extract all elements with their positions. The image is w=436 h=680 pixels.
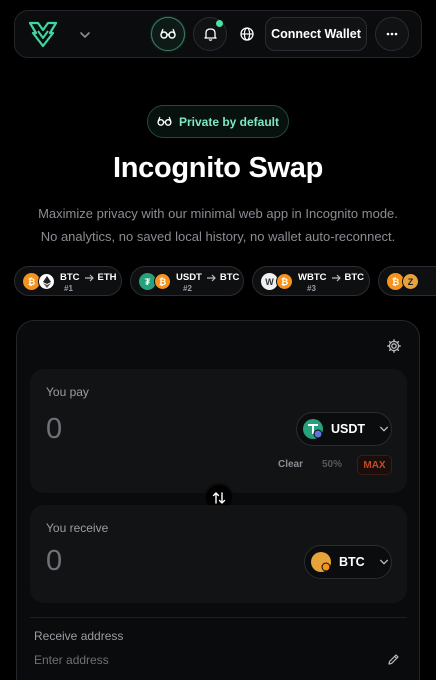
language-button[interactable] [230,17,264,51]
more-icon [386,32,398,36]
pay-panel: You pay 0 USDT Clear 50% MAX [30,369,407,493]
globe-icon [240,27,254,41]
chevron-down-icon[interactable] [79,29,91,41]
receive-panel: You receive 0 BTC [30,505,407,603]
page-title: Incognito Swap [112,152,324,184]
trending-pairs: ₿ BTC ETH #1 ₮ ₿ USDT BTC #2 W ₿ WBTC BT… [14,266,436,296]
arrow-right-icon [331,274,341,281]
pair-to: ETH [97,272,117,283]
receive-address-input[interactable] [34,651,364,669]
pay-token-symbol: USDT [331,422,366,436]
pay-token-selector[interactable]: USDT [296,412,392,446]
logo-icon[interactable] [29,21,57,47]
pair-chip-usdt-btc[interactable]: ₮ ₿ USDT BTC #2 [130,266,244,296]
page-subtitle: Maximize privacy with our minimal web ap… [0,202,436,248]
eth-coin-icon [38,273,55,290]
swap-arrows-icon [212,492,226,504]
more-menu-button[interactable] [375,17,409,51]
gear-icon[interactable] [387,339,401,353]
pair-from: BTC [60,272,80,283]
incognito-glasses-icon [160,28,176,39]
pair-rank: #1 [64,284,73,293]
top-bar: Connect Wallet [14,10,422,58]
connect-wallet-button[interactable]: Connect Wallet [265,17,367,51]
receive-token-symbol: BTC [339,555,365,569]
receive-address-label: Receive address [34,629,124,643]
privacy-badge: Private by default [147,105,289,138]
pair-from: USDT [176,272,202,283]
subtitle-line-1: Maximize privacy with our minimal web ap… [38,206,398,221]
divider [30,617,407,618]
pay-amount-input[interactable]: 0 [46,413,62,446]
pay-label: You pay [46,385,89,399]
receive-token-selector[interactable]: BTC [304,545,392,579]
pair-chip-btc-eth[interactable]: ₿ BTC ETH #1 [14,266,122,296]
subtitle-line-2: No analytics, no saved local history, no… [40,229,396,244]
notification-badge [216,20,223,27]
swap-card: You pay 0 USDT Clear 50% MAX You receive… [16,320,420,680]
usdt-token-icon [303,419,323,439]
pair-to: BTC [219,272,240,283]
pair-from: WBTC [298,272,327,283]
pair-rank: #2 [183,284,192,293]
btc-coin-icon: ₿ [276,273,293,290]
arrow-right-icon [206,274,216,281]
pair-chip-btc-zec[interactable]: ₿ Z [378,266,436,296]
receive-amount: 0 [46,545,63,577]
incognito-glasses-icon [157,116,172,126]
clear-button[interactable]: Clear [278,459,303,470]
half-button[interactable]: 50% [322,459,342,470]
pair-rank: #3 [307,284,316,293]
btc-coin-icon: ₿ [154,273,171,290]
btc-token-icon [311,552,331,572]
notifications-button[interactable] [193,17,227,51]
zec-coin-icon: Z [402,273,419,290]
chevron-down-icon [380,426,389,432]
incognito-mode-button[interactable] [151,17,185,51]
chevron-down-icon [379,559,388,565]
bell-icon [203,28,217,41]
pair-chip-wbtc-btc[interactable]: W ₿ WBTC BTC #3 [252,266,370,296]
pencil-icon[interactable] [387,653,400,666]
pair-to: BTC [344,272,365,283]
receive-label: You receive [46,521,109,535]
privacy-badge-label: Private by default [178,114,280,129]
max-button[interactable]: MAX [357,455,392,475]
arrow-right-icon [84,274,94,281]
